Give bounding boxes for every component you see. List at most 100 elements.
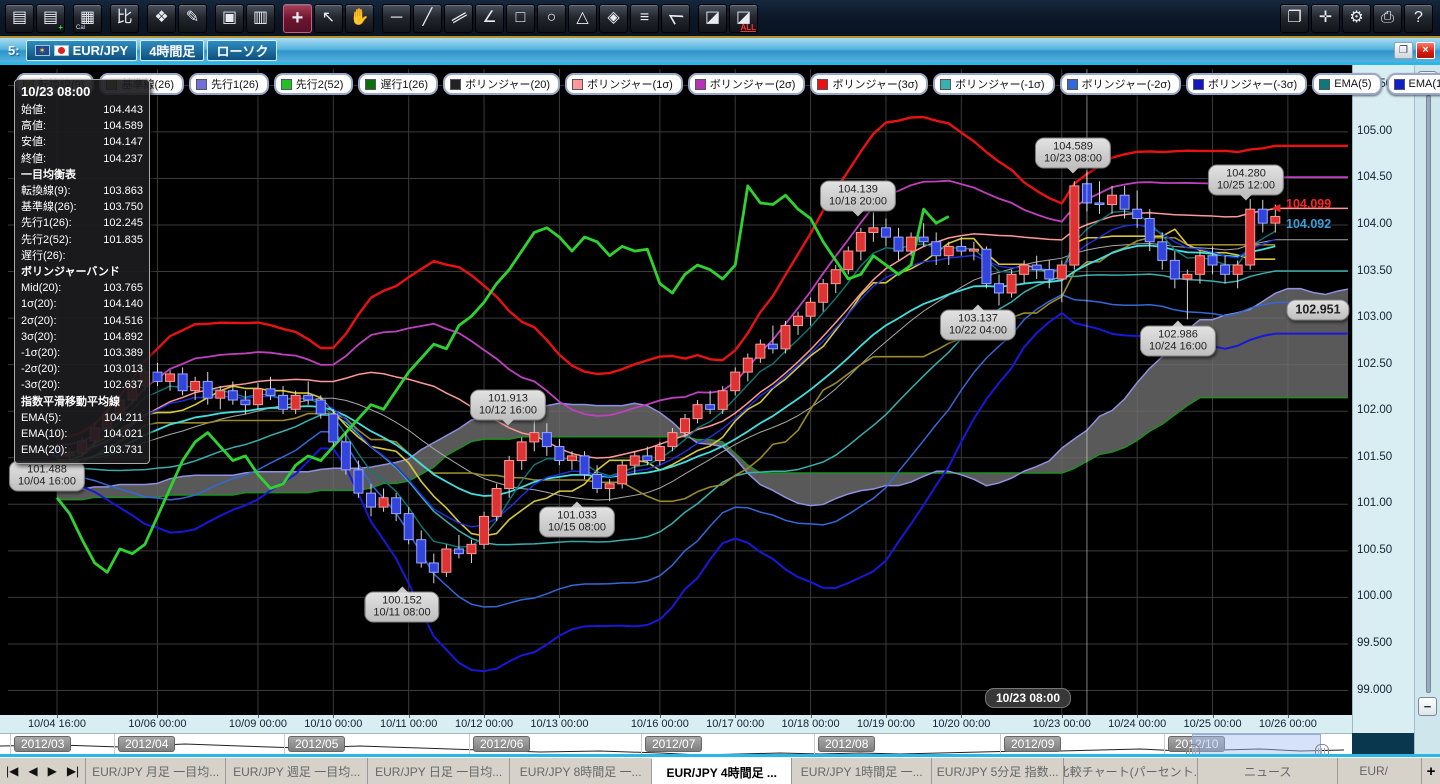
info-panel-section: 指数平滑移動平均線 [21,394,143,410]
compare-icon[interactable]: 比 [110,4,139,33]
rectangle-icon[interactable]: □ [506,4,535,33]
chart-tab-1[interactable]: EUR/JPY 週足 一目均... [225,758,367,784]
polygon-icon[interactable]: ◈ [599,4,628,33]
chart-tab-6[interactable]: EUR/JPY 5分足 指数... [931,758,1063,784]
jp-flag-icon [54,45,69,56]
chart-tab-9[interactable]: EUR/ [1337,758,1409,784]
toolbar-right-group: ❐✛⚙⎙? [1279,4,1434,33]
display-settings-icon[interactable]: ▣ [215,4,244,33]
price-axis-label: 100.00 [1357,590,1392,602]
info-panel-row: 安値:104.147 [21,134,143,150]
info-panel-row: 1σ(20):104.140 [21,296,143,312]
ellipse-icon[interactable]: ○ [537,4,566,33]
cursor-icon[interactable]: ↖ [314,4,343,33]
time-axis-label: 10/06 00:00 [128,718,186,730]
price-axis-label: 102.50 [1357,358,1392,370]
parallel-lines-icon[interactable]: ∥ [444,4,473,33]
info-panel-row: 高値:104.589 [21,118,143,134]
toolbar-left-group: ▤▤+▦Cal比❖✎▣▥+↖✋─╱∥∠□○△◈≡∠◪◪ALL [4,4,759,33]
tab-arrow-2[interactable]: ▶ [48,764,57,778]
legend-toggle-8[interactable]: ボリンジャー(3σ) [810,73,928,95]
navigator-month-label: 2012/03 [14,736,71,752]
expand-icon[interactable]: ✛ [1311,4,1340,33]
navigator-month-label: 2012/07 [645,736,702,752]
legend-toggle-7[interactable]: ボリンジャー(2σ) [688,73,806,95]
multi-line-icon[interactable]: ≡ [630,4,659,33]
node-edit-icon[interactable]: ❖ [147,4,176,33]
legend-toggle-4[interactable]: 遅行1(26) [358,73,438,95]
chart-tab-4[interactable]: EUR/JPY 4時間足 ... [651,758,791,784]
trend-line-icon[interactable]: ╱ [413,4,442,33]
legend-toggle-2[interactable]: 先行1(26) [189,73,269,95]
print-icon[interactable]: ⎙ [1373,4,1402,33]
crosshair-time-tooltip: 10/23 08:00 [985,688,1071,708]
restore-window-button[interactable]: ❐ [1394,42,1413,59]
time-axis-label: 10/09 00:00 [229,718,287,730]
legend-toggle-13[interactable]: EMA(10) [1387,73,1440,95]
vertical-scrollbar[interactable] [1426,95,1431,693]
price-axis-label: 99.500 [1357,637,1392,649]
pair-selector-button[interactable]: ✶ EUR/JPY [26,40,138,61]
info-panel-timestamp: 10/23 08:00 [21,84,143,99]
pair-label: EUR/JPY [73,43,129,58]
zoom-out-button[interactable]: − [1418,697,1437,716]
eu-flag-icon: ✶ [35,45,50,56]
chart-tab-7[interactable]: 比較チャート(パーセント... [1063,758,1197,784]
tab-arrow-3[interactable]: ▶| [67,764,79,778]
price-callout: 103.13710/22 04:00 [940,310,1016,341]
chart-tab-2[interactable]: EUR/JPY 日足 一目均... [367,758,509,784]
legend-toggle-12[interactable]: EMA(5) [1312,73,1381,95]
help-icon[interactable]: ? [1404,4,1433,33]
chart-tab-0[interactable]: EUR/JPY 月足 一目均... [85,758,225,784]
info-panel-row: 2σ(20):104.516 [21,313,143,329]
timeframe-button[interactable]: 4時間足 [140,40,204,61]
chart-tab-8[interactable]: ニュース [1197,758,1337,784]
legend-toggle-3[interactable]: 先行2(52) [274,73,354,95]
fan-line-icon[interactable]: ∠ [661,4,690,33]
info-panel-row: EMA(5):104.211 [21,410,143,426]
info-panel-row: -3σ(20):102.637 [21,377,143,393]
chart-tab-3[interactable]: EUR/JPY 8時間足 一... [509,758,651,784]
legend-label: ボリンジャー(2σ) [710,76,796,92]
time-axis[interactable]: 10/04 16:0010/06 00:0010/09 00:0010/10 0… [0,715,1352,733]
chart-tab-5[interactable]: EUR/JPY 1時間足 一... [791,758,931,784]
legend-toggle-10[interactable]: ボリンジャー(-2σ) [1060,73,1181,95]
crosshair-icon[interactable]: + [283,4,312,33]
close-window-button[interactable]: × [1416,42,1435,59]
chart-style-label: ローソク [216,41,268,60]
hand-icon[interactable]: ✋ [345,4,374,33]
tab-arrow-0[interactable]: |◀ [6,764,18,778]
legend-color-swatch [365,79,376,90]
new-window-icon[interactable]: ❐ [1280,4,1309,33]
settings-gear-icon[interactable]: ⚙ [1342,4,1371,33]
chart-list-icon[interactable]: ▤ [5,4,34,33]
chart-add-icon[interactable]: ▤+ [36,4,65,33]
pencil-icon[interactable]: ✎ [178,4,207,33]
legend-toggle-9[interactable]: ボリンジャー(-1σ) [933,73,1054,95]
info-panel-row: 3σ(20):104.892 [21,329,143,345]
price-axis[interactable]: 105.50105.00104.50104.00103.50103.00102.… [1352,65,1415,733]
add-tab-button[interactable]: + [1421,758,1440,784]
eraser-icon[interactable]: ◪ [698,4,727,33]
calendar-icon[interactable]: ▦Cal [73,4,102,33]
horizontal-line-icon[interactable]: ─ [382,4,411,33]
triangle-icon[interactable]: △ [568,4,597,33]
arrow-line-icon[interactable]: ∠ [475,4,504,33]
legend-color-swatch [695,79,706,90]
legend-color-swatch [817,79,828,90]
eraser-all-icon[interactable]: ◪ALL [729,4,758,33]
tab-arrow-1[interactable]: ◀ [28,764,37,778]
time-axis-label: 10/17 00:00 [706,718,764,730]
legend-toggle-5[interactable]: ボリンジャー(20) [443,73,560,95]
price-axis-label: 102.00 [1357,404,1392,416]
legend-label: 先行2(52) [296,76,344,92]
chart-style-button[interactable]: ローソク [207,40,277,61]
legend-toggle-11[interactable]: ボリンジャー(-3σ) [1186,73,1307,95]
chart-titlebar[interactable]: 5: ✶ EUR/JPY 4時間足 ローソク ❐ × [0,38,1440,62]
price-axis-label: 100.50 [1357,544,1392,556]
legend-color-swatch [1193,79,1204,90]
legend-color-swatch [196,79,207,90]
legend-toggle-6[interactable]: ボリンジャー(1σ) [565,73,683,95]
legend-label: EMA(10) [1409,78,1440,90]
save-icon[interactable]: ▥ [246,4,275,33]
